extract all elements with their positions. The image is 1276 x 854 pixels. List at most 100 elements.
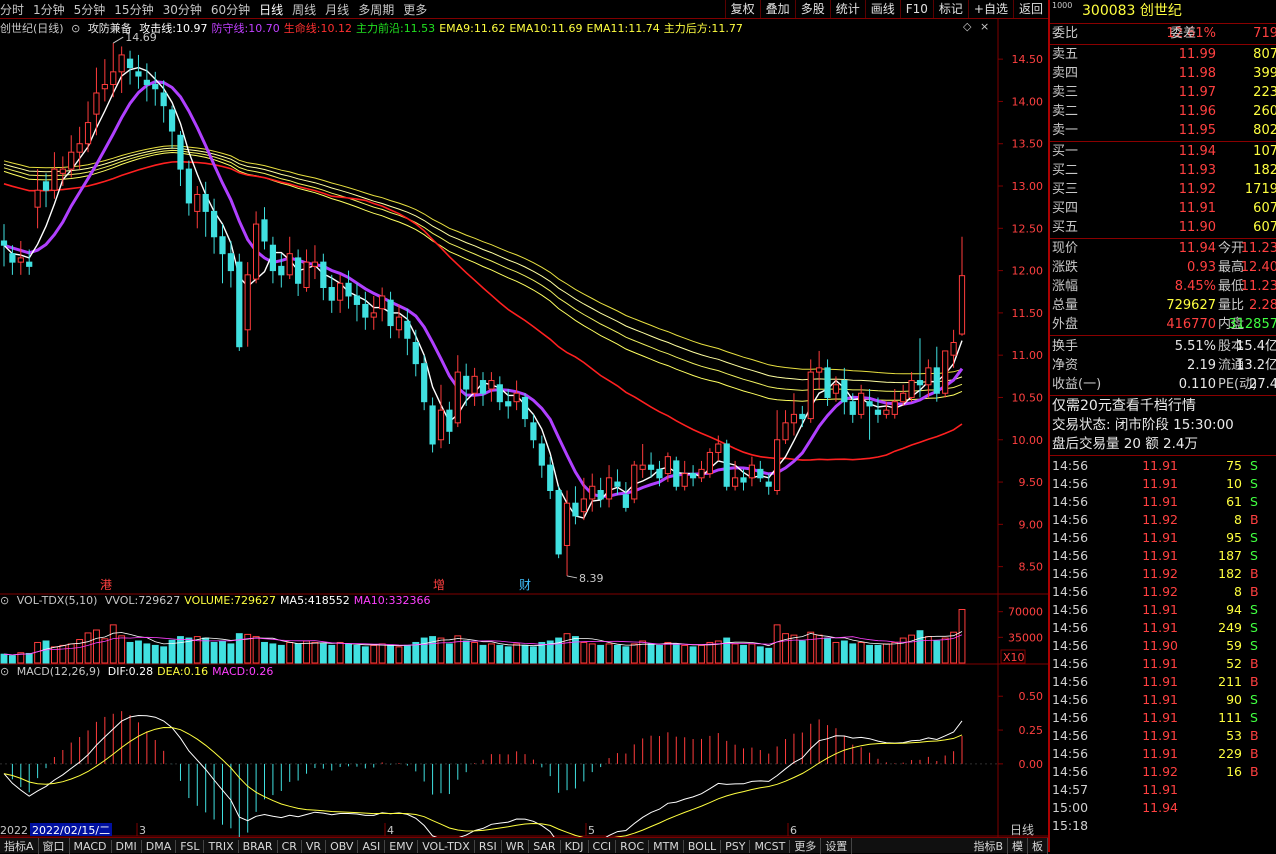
candle-body: [454, 371, 461, 424]
volume-settings-icon[interactable]: ⊙: [0, 594, 9, 607]
volume-bar: [353, 644, 361, 664]
volume-bar: [807, 631, 815, 664]
event-marker: 港: [100, 578, 112, 592]
toolbar-button[interactable]: 返回: [1012, 0, 1048, 18]
candle-body: [160, 92, 167, 107]
indicator-tab[interactable]: EMV: [385, 840, 419, 853]
volume-bar: [731, 643, 739, 664]
candle-body: [774, 439, 781, 492]
volume-legend: ⊙ VOL-TDX(5,10) VVOL:729627 VOLUME:729627…: [0, 594, 439, 608]
indicator-tab[interactable]: ROC: [616, 840, 650, 853]
volume-bar: [345, 643, 352, 664]
kline-chart[interactable]: 14.50 14.00 13.50 13.00 12.50 12.00 11.50 11.00…: [0, 18, 1048, 837]
candle-body: [698, 468, 705, 479]
indicator-tab[interactable]: VR: [302, 840, 327, 853]
candle-body: [656, 468, 663, 479]
indicator-tab[interactable]: KDJ: [561, 840, 589, 853]
candle-body: [118, 54, 125, 73]
tick-side: S: [1250, 710, 1258, 725]
high-pointer: [112, 36, 124, 44]
macd-tick-label: 0.25: [1019, 724, 1044, 737]
indicator-tab[interactable]: RSI: [475, 840, 502, 853]
period-tab[interactable]: 日线: [259, 3, 283, 17]
tick-volume: 111: [1218, 710, 1242, 725]
volume-bar: [252, 636, 260, 664]
macd-legend-item: 0.28: [128, 665, 154, 678]
tick-side: B: [1250, 512, 1259, 527]
defense-line: [3, 80, 964, 498]
candle-body: [370, 312, 377, 318]
indicator-tab[interactable]: SAR: [529, 840, 561, 853]
toolbar-button[interactable]: 画线: [864, 0, 900, 18]
action-buttons: 复权 叠加 多股 统计 画线 F10 标记 +自选 返回: [724, 0, 1048, 18]
indicator-tab[interactable]: FSL: [176, 840, 205, 853]
tick-side: B: [1250, 566, 1259, 581]
period-tab[interactable]: 15分钟: [114, 3, 153, 17]
toolbar-button[interactable]: +自选: [967, 0, 1013, 18]
indicator-tab[interactable]: TRIX: [204, 840, 239, 853]
tick-time: 14:56: [1052, 476, 1089, 491]
price-tick-label: 14.50: [1012, 53, 1044, 66]
indicator-tab[interactable]: MTM: [649, 840, 684, 853]
indicator-tab[interactable]: OBV: [326, 840, 359, 853]
candle-body: [925, 367, 932, 386]
candle-body: [832, 384, 840, 394]
date-tick-label: 3: [139, 824, 146, 837]
period-tab[interactable]: 更多: [403, 3, 427, 17]
indicator-tab[interactable]: BOLL: [684, 840, 722, 853]
indicator-tab[interactable]: DMA: [142, 840, 177, 853]
stat-label: 净资: [1052, 358, 1079, 373]
toolbar-button[interactable]: 叠加: [759, 0, 795, 18]
volume-bar: [126, 641, 134, 664]
indicator-tab[interactable]: CR: [278, 840, 302, 853]
tick-volume: 16: [1226, 764, 1242, 779]
period-tab[interactable]: 分时: [0, 3, 24, 17]
toolbar-button[interactable]: 统计: [829, 0, 865, 18]
macd-settings-icon[interactable]: ⊙: [0, 665, 9, 678]
period-tab[interactable]: 月线: [325, 3, 349, 17]
candle-body: [605, 477, 613, 500]
candle-body: [168, 109, 176, 132]
period-tab[interactable]: 5分钟: [74, 3, 106, 17]
toolbar-button[interactable]: 复权: [724, 0, 760, 18]
volume-bar: [92, 629, 100, 664]
volume-bar: [8, 655, 16, 664]
volume-bar: [454, 635, 462, 664]
indicator-tab[interactable]: MCST: [750, 840, 791, 853]
volume-bar: [529, 646, 537, 664]
date-tick-label: 4: [387, 824, 394, 837]
indicator-tab[interactable]: MACD: [70, 840, 112, 853]
candle-body: [143, 79, 150, 86]
stat-label: 总量: [1052, 298, 1079, 313]
candle-body: [496, 384, 503, 403]
indicator-tab[interactable]: PSY: [721, 840, 751, 853]
volume-bar: [849, 643, 857, 664]
indicator-tab[interactable]: WR: [502, 840, 530, 853]
volume-legend-item: 729627: [138, 594, 181, 607]
stat-value: 729627: [1166, 298, 1216, 313]
period-tab[interactable]: 多周期: [358, 3, 394, 17]
order-price: 11.93: [1178, 163, 1216, 178]
toolbar-button[interactable]: F10: [899, 0, 933, 18]
candle-body: [345, 282, 352, 297]
candle-body: [379, 295, 386, 310]
toolbar-button[interactable]: 标记: [932, 0, 968, 18]
period-tab[interactable]: 30分钟: [163, 3, 202, 17]
candle-body: [219, 236, 226, 255]
period-tab[interactable]: 周线: [292, 3, 316, 17]
tick-price: 11.91: [1142, 782, 1178, 797]
indicator-tab[interactable]: ASI: [358, 840, 386, 853]
indicator-tab[interactable]: VOL-TDX: [418, 840, 475, 853]
indicator-tab[interactable]: BRAR: [239, 840, 278, 853]
period-tab[interactable]: 1分钟: [33, 3, 65, 17]
candle-body: [765, 481, 772, 487]
date-tick-label: 5: [588, 824, 595, 837]
toolbar-button[interactable]: 多股: [794, 0, 830, 18]
candle-body: [320, 261, 327, 289]
volume-bar: [429, 636, 437, 664]
period-tab[interactable]: 60分钟: [211, 3, 250, 17]
tick-side: B: [1250, 584, 1259, 599]
promo-link[interactable]: 仅需20元查看千档行情: [1052, 397, 1196, 416]
indicator-tab[interactable]: CCI: [589, 840, 617, 853]
indicator-tab[interactable]: DMI: [112, 840, 142, 853]
